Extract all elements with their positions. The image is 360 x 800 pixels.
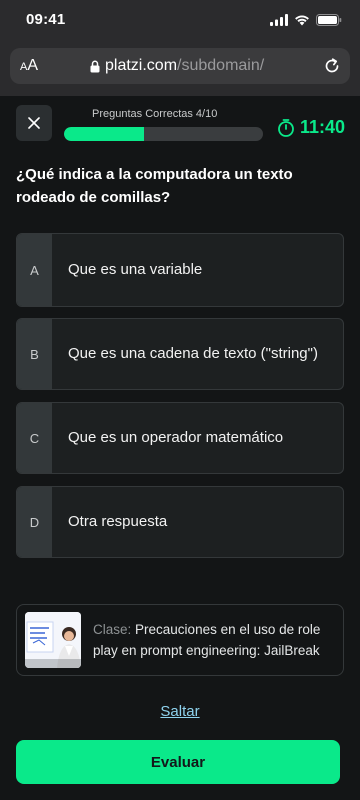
option-a[interactable]: A Que es una variable — [16, 233, 344, 307]
class-card[interactable]: Clase: Precauciones en el uso de role pl… — [16, 604, 344, 676]
skip-container: Saltar — [0, 703, 360, 721]
option-letter: C — [17, 403, 52, 473]
text-size-button[interactable]: AA — [20, 57, 38, 75]
close-button[interactable] — [16, 105, 52, 141]
reload-icon[interactable] — [322, 56, 342, 76]
option-c[interactable]: C Que es un operador matemático — [16, 402, 344, 474]
timer: 11:40 — [276, 117, 345, 138]
close-icon — [28, 117, 40, 129]
url-text[interactable]: platzi.com/subdomain/ — [90, 57, 264, 75]
progress-fill — [64, 127, 144, 141]
option-text: Que es un operador matemático — [68, 429, 284, 446]
class-thumbnail — [25, 612, 81, 668]
browser-toolbar: AA platzi.com/subdomain/ — [0, 40, 360, 96]
status-time: 09:41 — [26, 11, 66, 28]
stopwatch-icon — [278, 118, 294, 137]
option-text: Otra respuesta — [68, 513, 168, 530]
option-b[interactable]: B Que es una cadena de texto ("string") — [16, 318, 344, 390]
wifi-icon — [295, 15, 309, 26]
progress-bar — [64, 127, 263, 141]
option-letter: D — [17, 487, 52, 557]
skip-link[interactable]: Saltar — [160, 703, 199, 720]
evaluate-button[interactable]: Evaluar — [16, 740, 340, 784]
address-bar[interactable]: AA platzi.com/subdomain/ — [10, 48, 350, 84]
class-prefix: Clase: — [93, 622, 132, 637]
status-bar: 09:41 — [0, 0, 360, 40]
option-text: Que es una variable — [68, 261, 203, 278]
progress-label: Preguntas Correctas 4/10 — [92, 108, 218, 120]
question-text: ¿Qué indica a la computadora un texto ro… — [16, 166, 293, 206]
option-letter: A — [17, 234, 52, 306]
url-path: /subdomain/ — [177, 57, 265, 74]
battery-icon — [316, 14, 342, 26]
lock-icon — [90, 60, 100, 72]
class-text: Clase: Precauciones en el uso de role pl… — [93, 619, 337, 661]
option-text: Que es una cadena de texto ("string") — [68, 345, 318, 362]
option-d[interactable]: D Otra respuesta — [16, 486, 344, 558]
timer-value: 11:40 — [300, 117, 346, 137]
option-letter: B — [17, 319, 52, 389]
status-icons — [270, 14, 342, 26]
url-host: platzi.com — [105, 57, 178, 74]
signal-icon — [270, 14, 288, 26]
